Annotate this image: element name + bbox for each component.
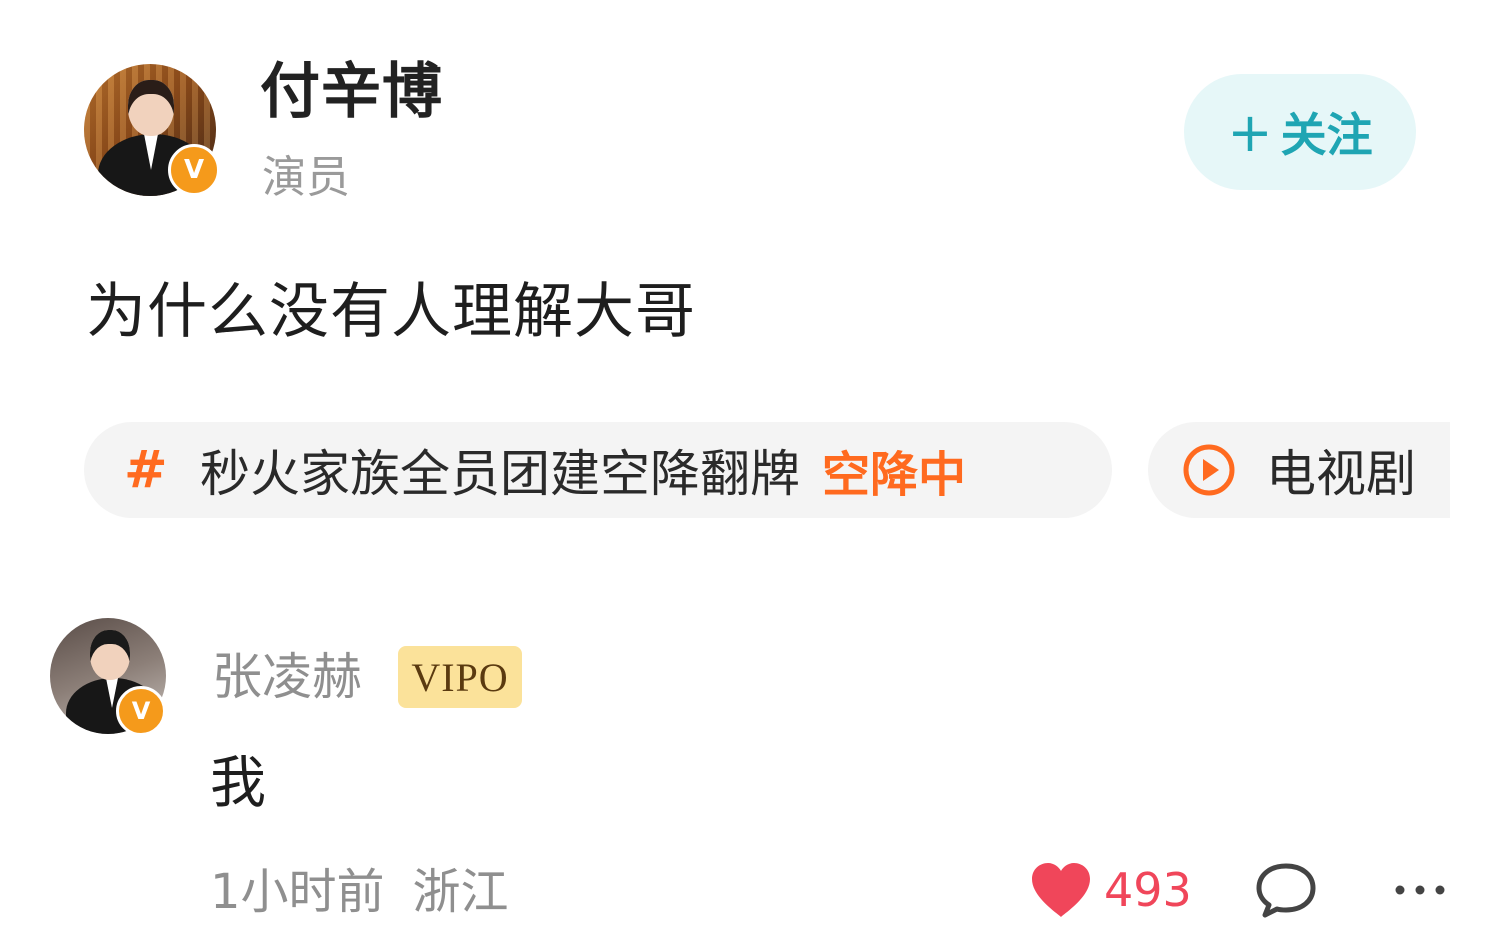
topic-status: 空降中 xyxy=(822,447,967,503)
play-circle-icon xyxy=(1183,444,1235,496)
like-button[interactable]: 493 xyxy=(1030,860,1192,920)
comment-bubble-icon[interactable] xyxy=(1254,860,1318,920)
post-text: 为什么没有人理解大哥 xyxy=(86,277,696,347)
verified-badge-icon: V xyxy=(116,686,166,736)
like-count: 493 xyxy=(1104,863,1192,917)
tv-series-chip[interactable]: 电视剧 xyxy=(1148,422,1450,518)
heart-icon xyxy=(1032,863,1090,917)
tv-series-label: 电视剧 xyxy=(1266,445,1416,503)
hashtag-icon: # xyxy=(124,440,168,500)
comment-meta: 1小时前 浙江 xyxy=(210,868,509,916)
comment-text: 我 xyxy=(210,751,266,816)
topic-chip[interactable]: # 秒火家族全员团建空降翻牌 空降中 xyxy=(84,422,1112,518)
commenter-name[interactable]: 张凌赫 xyxy=(212,652,362,702)
comment-location: 浙江 xyxy=(412,864,509,920)
author-avatar[interactable]: V xyxy=(84,64,220,196)
author-title: 演员 xyxy=(262,152,350,203)
commenter-avatar[interactable]: V xyxy=(50,618,166,736)
comment-time: 1小时前 xyxy=(210,864,385,920)
follow-label: 关注 xyxy=(1280,108,1373,162)
topic-label: 秒火家族全员团建空降翻牌 xyxy=(200,445,800,503)
plus-icon: + xyxy=(1227,100,1273,164)
follow-button[interactable]: + 关注 xyxy=(1184,74,1416,190)
more-options-icon[interactable] xyxy=(1392,870,1448,910)
verified-badge-icon: V xyxy=(168,144,220,196)
author-name[interactable]: 付辛博 xyxy=(260,62,443,122)
vip-badge: VIPO xyxy=(398,646,522,708)
